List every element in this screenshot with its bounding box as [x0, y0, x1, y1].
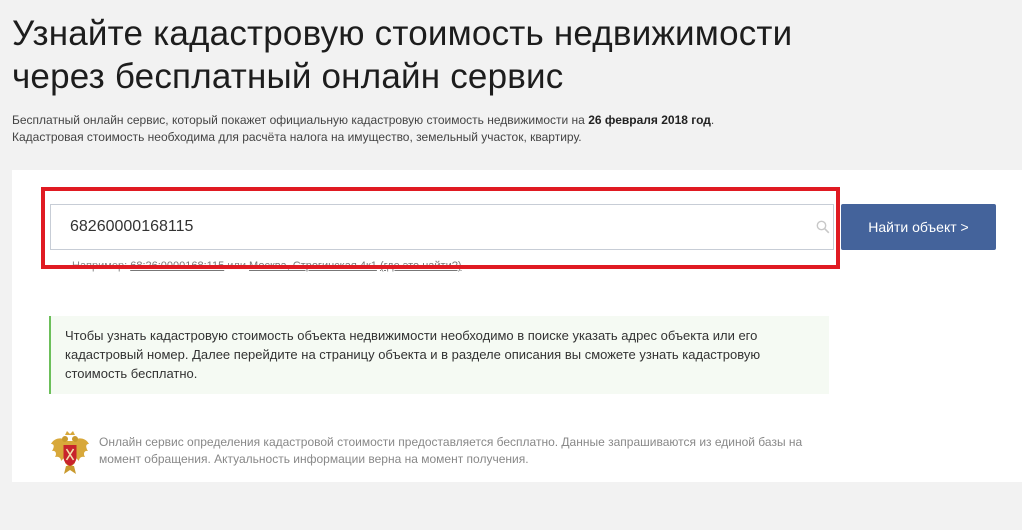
search-icon: [816, 220, 830, 234]
example-number-link[interactable]: 68:26:0000168:115: [130, 260, 224, 272]
coat-of-arms-icon: [51, 431, 89, 474]
example-prefix: Например:: [72, 260, 128, 272]
page-description: Бесплатный онлайн сервис, который покаже…: [12, 112, 1012, 146]
example-address-link[interactable]: Москва, Строгинская 4к1: [249, 260, 377, 272]
description-line-2: Кадастровая стоимость необходима для рас…: [12, 130, 582, 144]
service-disclaimer: Онлайн сервис определения кадастровой ст…: [99, 435, 803, 466]
description-period: .: [710, 113, 715, 127]
description-text: Бесплатный онлайн сервис, который покаже…: [12, 113, 585, 127]
description-date: 26 февраля 2018 год: [588, 113, 711, 127]
where-to-find-link[interactable]: (где это найти?): [380, 260, 462, 272]
search-input[interactable]: [50, 204, 834, 250]
search-card: Найти объект > Например: 68:26:0000168:1…: [12, 170, 1022, 482]
description-line-1: Бесплатный онлайн сервис, который покаже…: [12, 112, 1012, 129]
title-line-2: через бесплатный онлайн сервис: [12, 57, 564, 96]
search-example: Например: 68:26:0000168:115 или Москва, …: [72, 260, 462, 272]
info-box: Чтобы узнать кадастровую стоимость объек…: [49, 316, 829, 394]
page-title: Узнайте кадастровую стоимость недвижимос…: [12, 12, 1012, 98]
example-or: или: [227, 260, 246, 272]
info-text: Чтобы узнать кадастровую стоимость объек…: [65, 328, 761, 381]
find-object-button[interactable]: Найти объект >: [841, 204, 996, 250]
title-line-1: Узнайте кадастровую стоимость недвижимос…: [12, 14, 793, 53]
